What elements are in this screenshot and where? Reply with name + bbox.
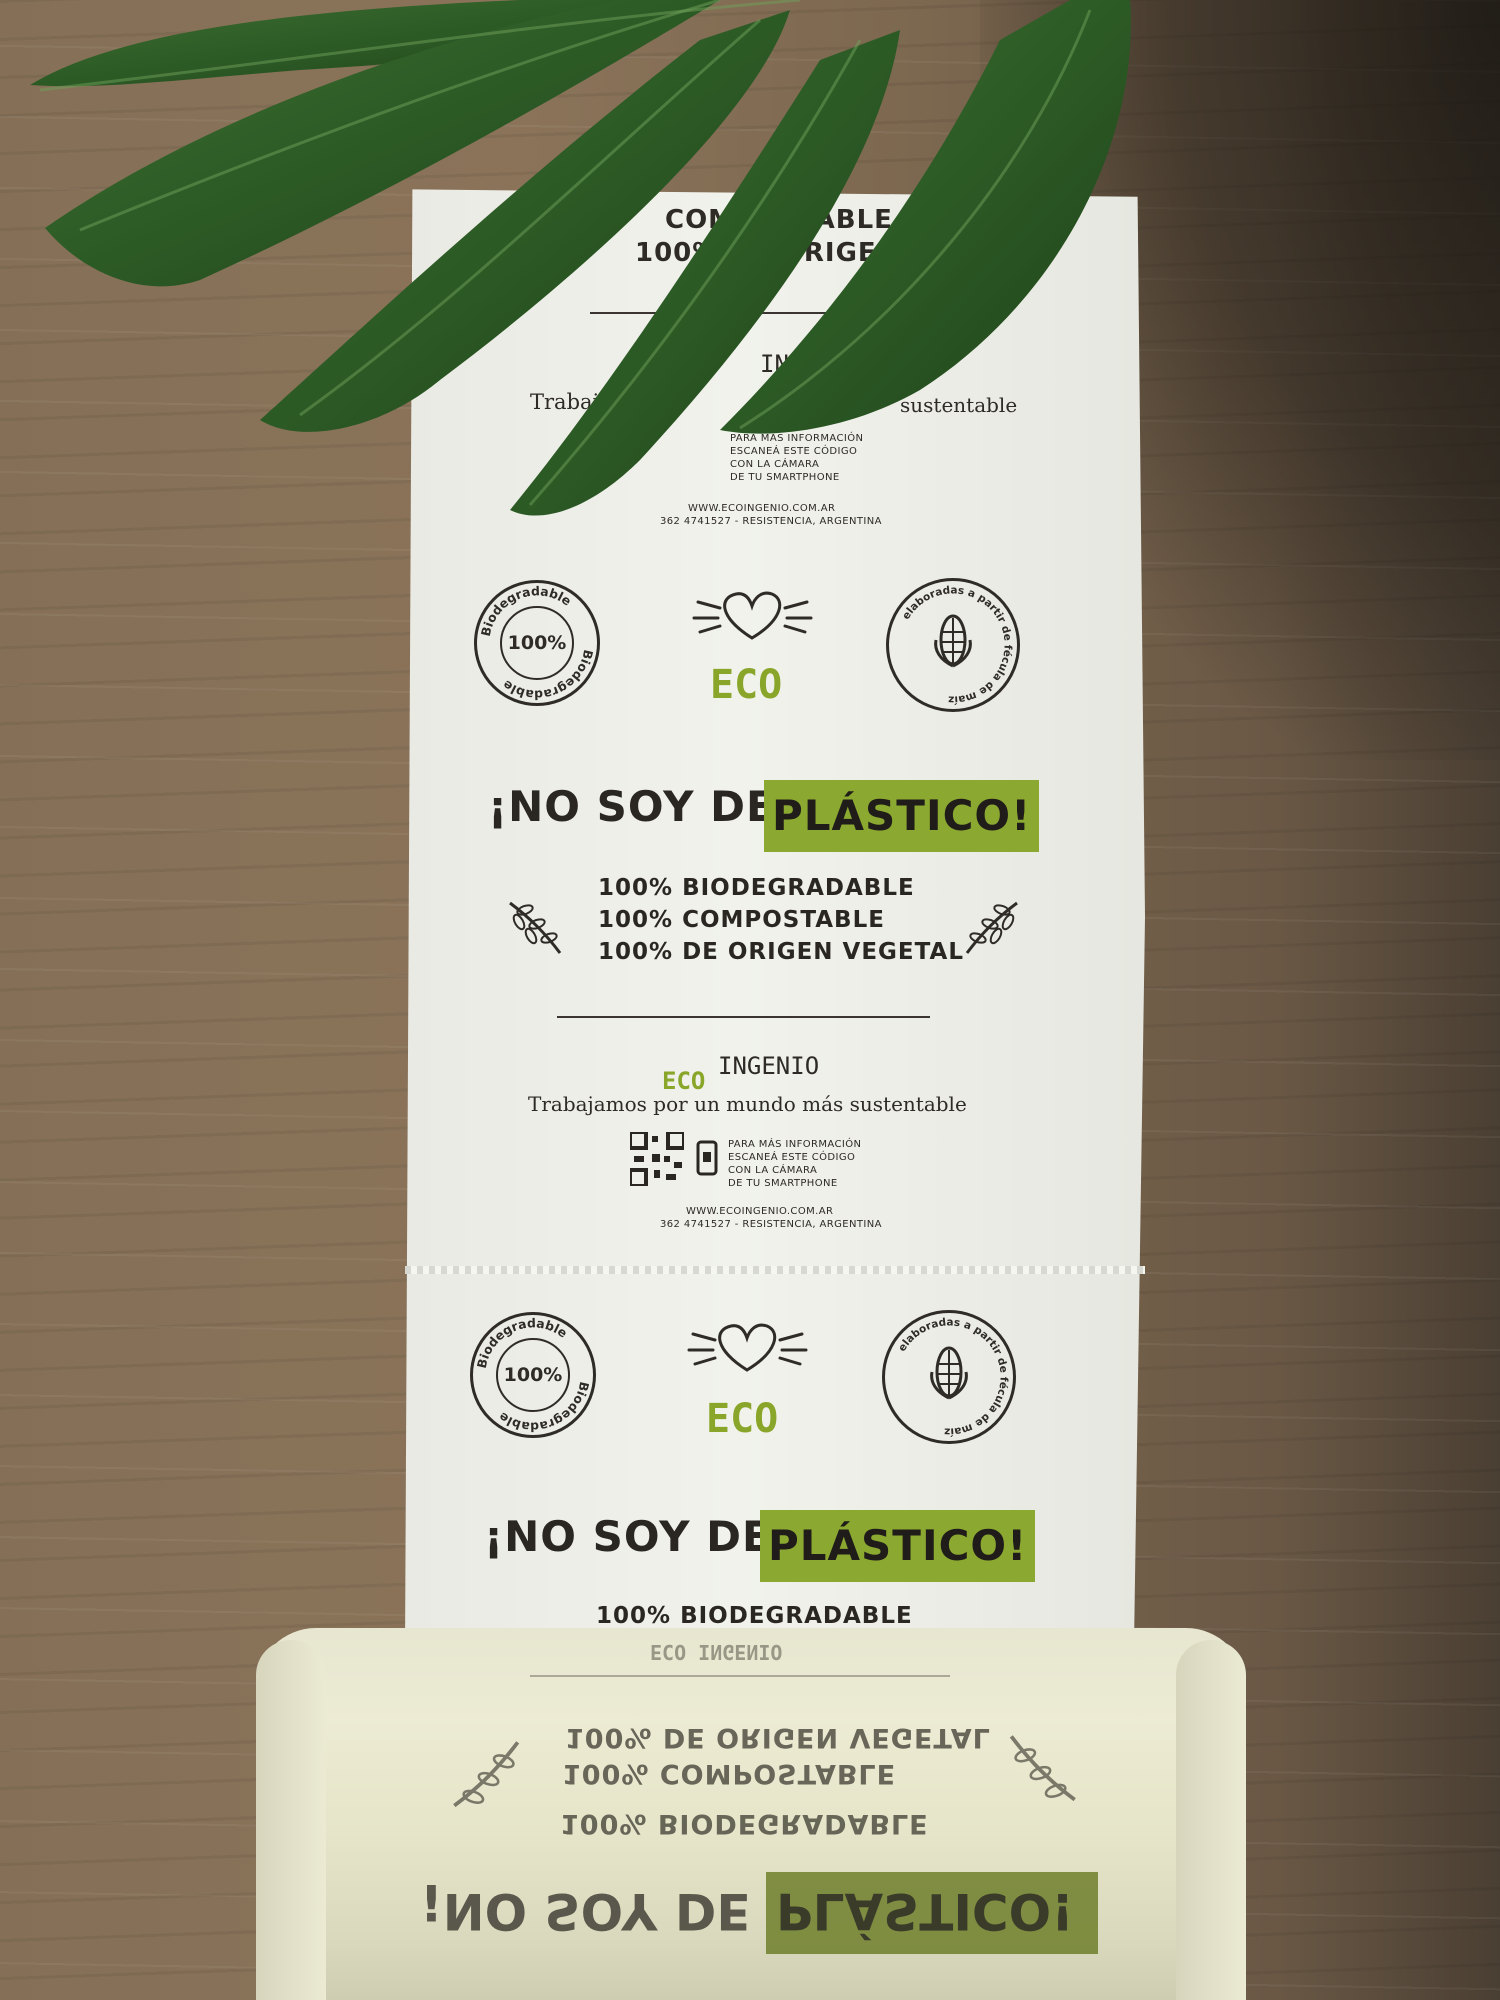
monstera-leaf	[30, 0, 1131, 516]
